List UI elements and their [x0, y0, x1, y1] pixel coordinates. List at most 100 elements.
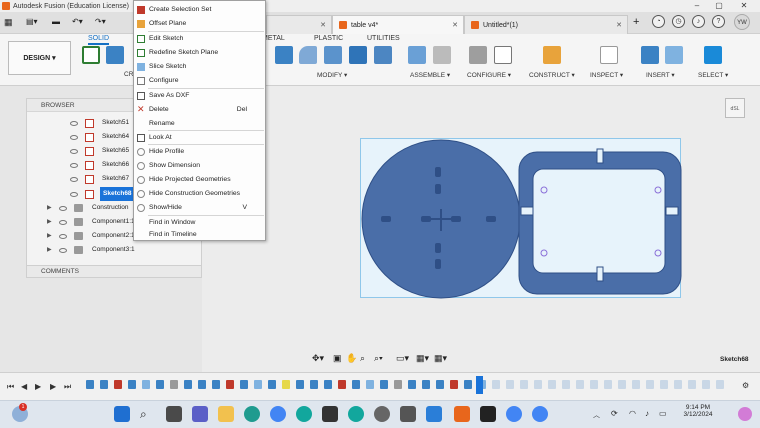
- select-menu[interactable]: SELECT ▾: [698, 71, 728, 79]
- timeline-play-icon[interactable]: ▶: [35, 382, 41, 391]
- timeline-feature-icon[interactable]: [520, 380, 528, 389]
- menu-item-configure[interactable]: Configure: [134, 74, 265, 87]
- timeline-feature-icon[interactable]: [114, 380, 122, 389]
- timeline-feature-icon[interactable]: [576, 380, 584, 389]
- combine-icon[interactable]: [374, 46, 392, 64]
- pan-icon[interactable]: ✋: [346, 353, 357, 364]
- save-icon[interactable]: ▬: [52, 17, 60, 26]
- construct-menu[interactable]: CONSTRUCT ▾: [529, 71, 575, 79]
- browser-row[interactable]: ▶ Component3:1: [27, 243, 201, 257]
- menu-item-redefine-sketch-plane[interactable]: Redefine Sketch Plane: [134, 46, 265, 59]
- insert-derive-icon[interactable]: [641, 46, 659, 64]
- timeline-feature-icon[interactable]: [660, 380, 668, 389]
- timeline-feature-icon[interactable]: [338, 380, 346, 389]
- wifi-icon[interactable]: ◠: [629, 409, 636, 418]
- timeline-feature-icon[interactable]: [492, 380, 500, 389]
- tab-empty[interactable]: ✕: [266, 15, 332, 34]
- teams-icon[interactable]: [192, 406, 208, 422]
- timeline-feature-icon[interactable]: [618, 380, 626, 389]
- visibility-eye-icon[interactable]: [59, 234, 67, 239]
- timeline-feature-icon[interactable]: [394, 380, 402, 389]
- arduino-icon[interactable]: [296, 406, 312, 422]
- timeline-feature-icon[interactable]: [128, 380, 136, 389]
- menu-item-hide-projected-geometries[interactable]: Hide Projected Geometries: [134, 173, 265, 186]
- maximize-button[interactable]: ▢: [708, 0, 730, 12]
- copilot-icon[interactable]: [738, 407, 752, 421]
- inspect-menu[interactable]: INSPECT ▾: [590, 71, 623, 79]
- visibility-eye-icon[interactable]: [70, 135, 78, 140]
- extrude-icon[interactable]: [106, 46, 124, 64]
- redo-icon[interactable]: ↷▾: [95, 17, 106, 26]
- expand-arrow-icon[interactable]: ▶: [47, 229, 52, 243]
- arduino-ide-icon[interactable]: [348, 406, 364, 422]
- timeline-feature-icon[interactable]: [324, 380, 332, 389]
- timeline-feature-icon[interactable]: [380, 380, 388, 389]
- timeline-feature-icon[interactable]: [422, 380, 430, 389]
- table-icon[interactable]: [494, 46, 512, 64]
- offset-plane-icon[interactable]: [543, 46, 561, 64]
- menu-item-edit-sketch[interactable]: Edit Sketch: [134, 32, 265, 45]
- undo-icon[interactable]: ↶▾: [72, 17, 83, 26]
- menu-item-slice-sketch[interactable]: Slice Sketch: [134, 60, 265, 73]
- start-icon[interactable]: [114, 406, 130, 422]
- create-sketch-icon[interactable]: [82, 46, 100, 64]
- timeline-feature-icon[interactable]: [436, 380, 444, 389]
- tab-table-v4[interactable]: table v4* ✕: [332, 15, 464, 34]
- timeline-feature-icon[interactable]: [268, 380, 276, 389]
- chrome-profile2-icon[interactable]: [532, 406, 548, 422]
- tab-plastic[interactable]: PLASTIC: [314, 35, 343, 42]
- chrome-icon[interactable]: [270, 406, 286, 422]
- fit-icon[interactable]: ⌕▾: [374, 353, 383, 364]
- timeline-feature-icon[interactable]: [86, 380, 94, 389]
- timeline-feature-icon[interactable]: [464, 380, 472, 389]
- insert-menu[interactable]: INSERT ▾: [646, 71, 675, 79]
- visibility-eye-icon[interactable]: [70, 192, 78, 197]
- modify-menu[interactable]: MODIFY ▾: [317, 71, 347, 79]
- timeline-feature-icon[interactable]: [604, 380, 612, 389]
- timeline-feature-icon[interactable]: [170, 380, 178, 389]
- shell-icon[interactable]: [349, 46, 367, 64]
- visibility-eye-icon[interactable]: [70, 177, 78, 182]
- battery-icon[interactable]: ▭: [659, 409, 667, 418]
- timeline-next-icon[interactable]: ▶: [50, 382, 56, 391]
- timeline-feature-icon[interactable]: [282, 380, 290, 389]
- help-icon[interactable]: ?: [712, 15, 725, 28]
- press-pull-icon[interactable]: [275, 46, 293, 64]
- visibility-eye-icon[interactable]: [70, 149, 78, 154]
- timeline-settings-icon[interactable]: ⚙: [742, 381, 749, 390]
- display-settings-icon[interactable]: ▭▾: [396, 353, 409, 364]
- timeline-feature-icon[interactable]: [310, 380, 318, 389]
- menu-item-save-as-dxf[interactable]: Save As DXF: [134, 89, 265, 102]
- visibility-eye-icon[interactable]: [70, 121, 78, 126]
- timeline-feature-icon[interactable]: [632, 380, 640, 389]
- menu-item-find-in-timeline[interactable]: Find in Timeline: [134, 228, 265, 241]
- timeline-feature-icon[interactable]: [142, 380, 150, 389]
- close-tab-icon[interactable]: ✕: [452, 21, 458, 29]
- timeline-feature-icon[interactable]: [366, 380, 374, 389]
- terminal-app-icon[interactable]: [400, 406, 416, 422]
- timeline-feature-icon[interactable]: [408, 380, 416, 389]
- menu-item-create-selection-set[interactable]: Create Selection Set: [134, 3, 265, 16]
- timeline-feature-icon[interactable]: [450, 380, 458, 389]
- timeline-feature-icon[interactable]: [254, 380, 262, 389]
- visibility-eye-icon[interactable]: [59, 206, 67, 211]
- timeline-prev-icon[interactable]: ◀: [21, 382, 27, 391]
- workspace-switcher[interactable]: DESIGN ▾: [8, 41, 71, 75]
- minimize-button[interactable]: –: [686, 0, 708, 12]
- timeline-feature-icon[interactable]: [296, 380, 304, 389]
- expand-arrow-icon[interactable]: ▶: [47, 243, 52, 257]
- timeline-feature-icon[interactable]: [352, 380, 360, 389]
- new-component-icon[interactable]: [408, 46, 426, 64]
- edge-icon[interactable]: [244, 406, 260, 422]
- settings-icon[interactable]: [374, 406, 390, 422]
- create-group-label[interactable]: CR: [124, 71, 133, 78]
- visibility-eye-icon[interactable]: [70, 163, 78, 168]
- menu-item-rename[interactable]: Rename: [134, 117, 265, 130]
- visibility-eye-icon[interactable]: [59, 248, 67, 253]
- timeline-feature-icon[interactable]: [646, 380, 654, 389]
- menu-item-look-at[interactable]: Look At: [134, 131, 265, 144]
- app-icon[interactable]: [322, 406, 338, 422]
- timeline-feature-icon[interactable]: [100, 380, 108, 389]
- file-explorer-icon[interactable]: [218, 406, 234, 422]
- task-view-icon[interactable]: [166, 406, 182, 422]
